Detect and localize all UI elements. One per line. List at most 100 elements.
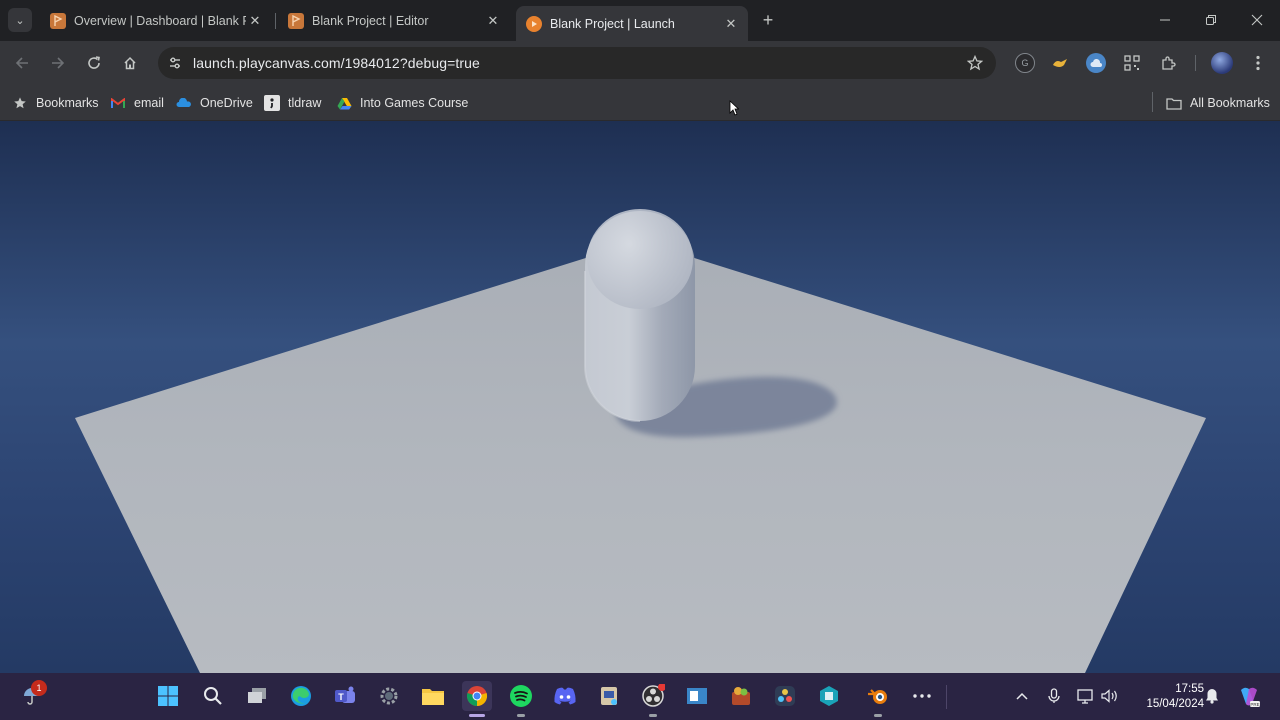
tab-search-button[interactable]: ⌄ (8, 8, 32, 32)
search-icon[interactable] (198, 681, 228, 711)
tab-title: Overview | Dashboard | Blank Pr (74, 13, 246, 28)
copilot-icon[interactable]: PRE (1234, 682, 1264, 712)
arrow-left-icon (15, 57, 28, 69)
site-info-icon[interactable] (164, 52, 186, 74)
bookmark-onedrive[interactable]: OneDrive (176, 92, 253, 114)
extensions-puzzle-icon[interactable] (1158, 53, 1178, 73)
bookmark-into-games-course[interactable]: Into Games Course (336, 92, 468, 114)
close-icon[interactable]: ✕ (484, 12, 502, 30)
forward-button[interactable] (46, 51, 70, 75)
all-bookmarks-label: All Bookmarks (1190, 96, 1270, 110)
bookmark-label: OneDrive (200, 96, 253, 110)
obs-icon[interactable] (638, 681, 668, 711)
extension-cloud-icon[interactable] (1086, 53, 1106, 73)
tab-title: Blank Project | Launch (550, 16, 675, 31)
bookmark-label: email (134, 96, 164, 110)
all-bookmarks-button[interactable]: All Bookmarks (1166, 92, 1270, 114)
weather-notification-badge: 1 (31, 680, 47, 696)
clock-date: 15/04/2024 (1146, 698, 1204, 710)
playcanvas-viewport[interactable] (0, 121, 1280, 673)
close-icon[interactable]: ✕ (722, 15, 740, 33)
bookmark-email[interactable]: email (110, 92, 164, 114)
tab-separator (275, 13, 276, 29)
bookmark-tldraw[interactable]: tldraw (264, 92, 321, 114)
tab-dashboard[interactable]: Overview | Dashboard | Blank Pr ✕ (40, 6, 272, 35)
qr-code-icon[interactable] (1122, 53, 1142, 73)
settings-icon[interactable] (374, 681, 404, 711)
svg-text:PRE: PRE (1250, 702, 1259, 707)
microphone-icon[interactable] (1045, 687, 1063, 705)
home-button[interactable] (118, 51, 142, 75)
chrome-active-indicator (469, 714, 485, 717)
teams-icon[interactable]: T (330, 681, 360, 711)
tab-title: Blank Project | Editor (312, 13, 429, 28)
blue-app-icon[interactable] (682, 681, 712, 711)
mouse-cursor (729, 100, 739, 116)
tab-launch[interactable]: Blank Project | Launch ✕ (516, 6, 748, 41)
playcanvas-icon (288, 12, 304, 29)
close-window-button[interactable] (1245, 8, 1269, 32)
profile-avatar[interactable] (1211, 52, 1233, 74)
bookmarks-separator (1152, 92, 1153, 112)
menu-kebab-icon[interactable] (1248, 53, 1268, 73)
volume-icon[interactable] (1101, 687, 1119, 705)
chrome-icon[interactable] (462, 681, 492, 711)
minimize-button[interactable] (1153, 8, 1177, 32)
file-explorer-icon[interactable] (418, 681, 448, 711)
reload-button[interactable] (82, 51, 106, 75)
arrow-right-icon (52, 57, 65, 69)
fruit-app-icon[interactable] (726, 681, 756, 711)
tab-strip: ⌄ Overview | Dashboard | Blank Pr ✕ Blan… (0, 0, 1280, 41)
bookmark-star-button[interactable] (964, 52, 986, 74)
svg-text:T: T (338, 692, 344, 702)
new-tab-button[interactable]: + (757, 9, 779, 31)
more-icon[interactable] (907, 681, 937, 711)
address-bar[interactable]: launch.playcanvas.com/1984012?debug=true (158, 47, 996, 79)
restore-icon (1206, 15, 1216, 25)
blender-icon[interactable] (863, 681, 893, 711)
close-icon (1251, 14, 1263, 26)
teal-app-icon[interactable] (814, 681, 844, 711)
restore-button[interactable] (1199, 8, 1223, 32)
extension-grammar-icon[interactable]: G (1015, 53, 1035, 73)
snipping-tool-icon[interactable] (594, 681, 624, 711)
task-view-icon[interactable] (242, 681, 272, 711)
playcanvas-launch-icon (526, 15, 542, 32)
toolbar-separator (1195, 55, 1196, 71)
bookmarks-bar: Bookmarks email OneDrive tldraw Into Gam… (0, 85, 1280, 121)
edge-icon[interactable] (286, 681, 316, 711)
folder-icon (1166, 95, 1182, 111)
tldraw-icon (264, 95, 280, 111)
home-icon (124, 56, 136, 70)
bookmark-bookmarks[interactable]: Bookmarks (12, 92, 99, 114)
star-icon (12, 95, 28, 111)
tab-editor[interactable]: Blank Project | Editor ✕ (278, 6, 510, 35)
blender-indicator (874, 714, 882, 717)
system-clock[interactable]: 17:55 15/04/2024 (1128, 682, 1204, 712)
scene-canvas (75, 209, 1206, 673)
davinci-icon[interactable] (770, 681, 800, 711)
extension-bird-icon[interactable] (1050, 53, 1070, 73)
notification-bell-icon[interactable] (1203, 687, 1221, 705)
chevron-down-icon: ⌄ (15, 14, 25, 27)
back-button[interactable] (10, 51, 34, 75)
windows-taskbar: T 17:55 15/04/2024 PRE (0, 673, 1280, 720)
reload-icon (88, 56, 100, 69)
tray-overflow-chevron-icon[interactable] (1013, 687, 1031, 705)
bookmark-label: Into Games Course (360, 96, 469, 110)
playcanvas-icon (50, 12, 66, 29)
spotify-icon[interactable] (506, 681, 536, 711)
browser-toolbar: launch.playcanvas.com/1984012?debug=true… (0, 41, 1280, 85)
bookmark-label: Bookmarks (36, 96, 99, 110)
plus-icon: + (762, 9, 774, 30)
clock-time: 17:55 (1175, 683, 1204, 695)
close-icon[interactable]: ✕ (246, 12, 264, 30)
obs-indicator (649, 714, 657, 717)
star-icon (967, 55, 983, 71)
url-text: launch.playcanvas.com/1984012?debug=true (193, 55, 480, 71)
network-icon[interactable] (1077, 687, 1095, 705)
windows-start-icon[interactable] (153, 681, 183, 711)
discord-icon[interactable] (550, 681, 580, 711)
google-drive-icon (336, 95, 352, 111)
spotify-indicator (517, 714, 525, 717)
